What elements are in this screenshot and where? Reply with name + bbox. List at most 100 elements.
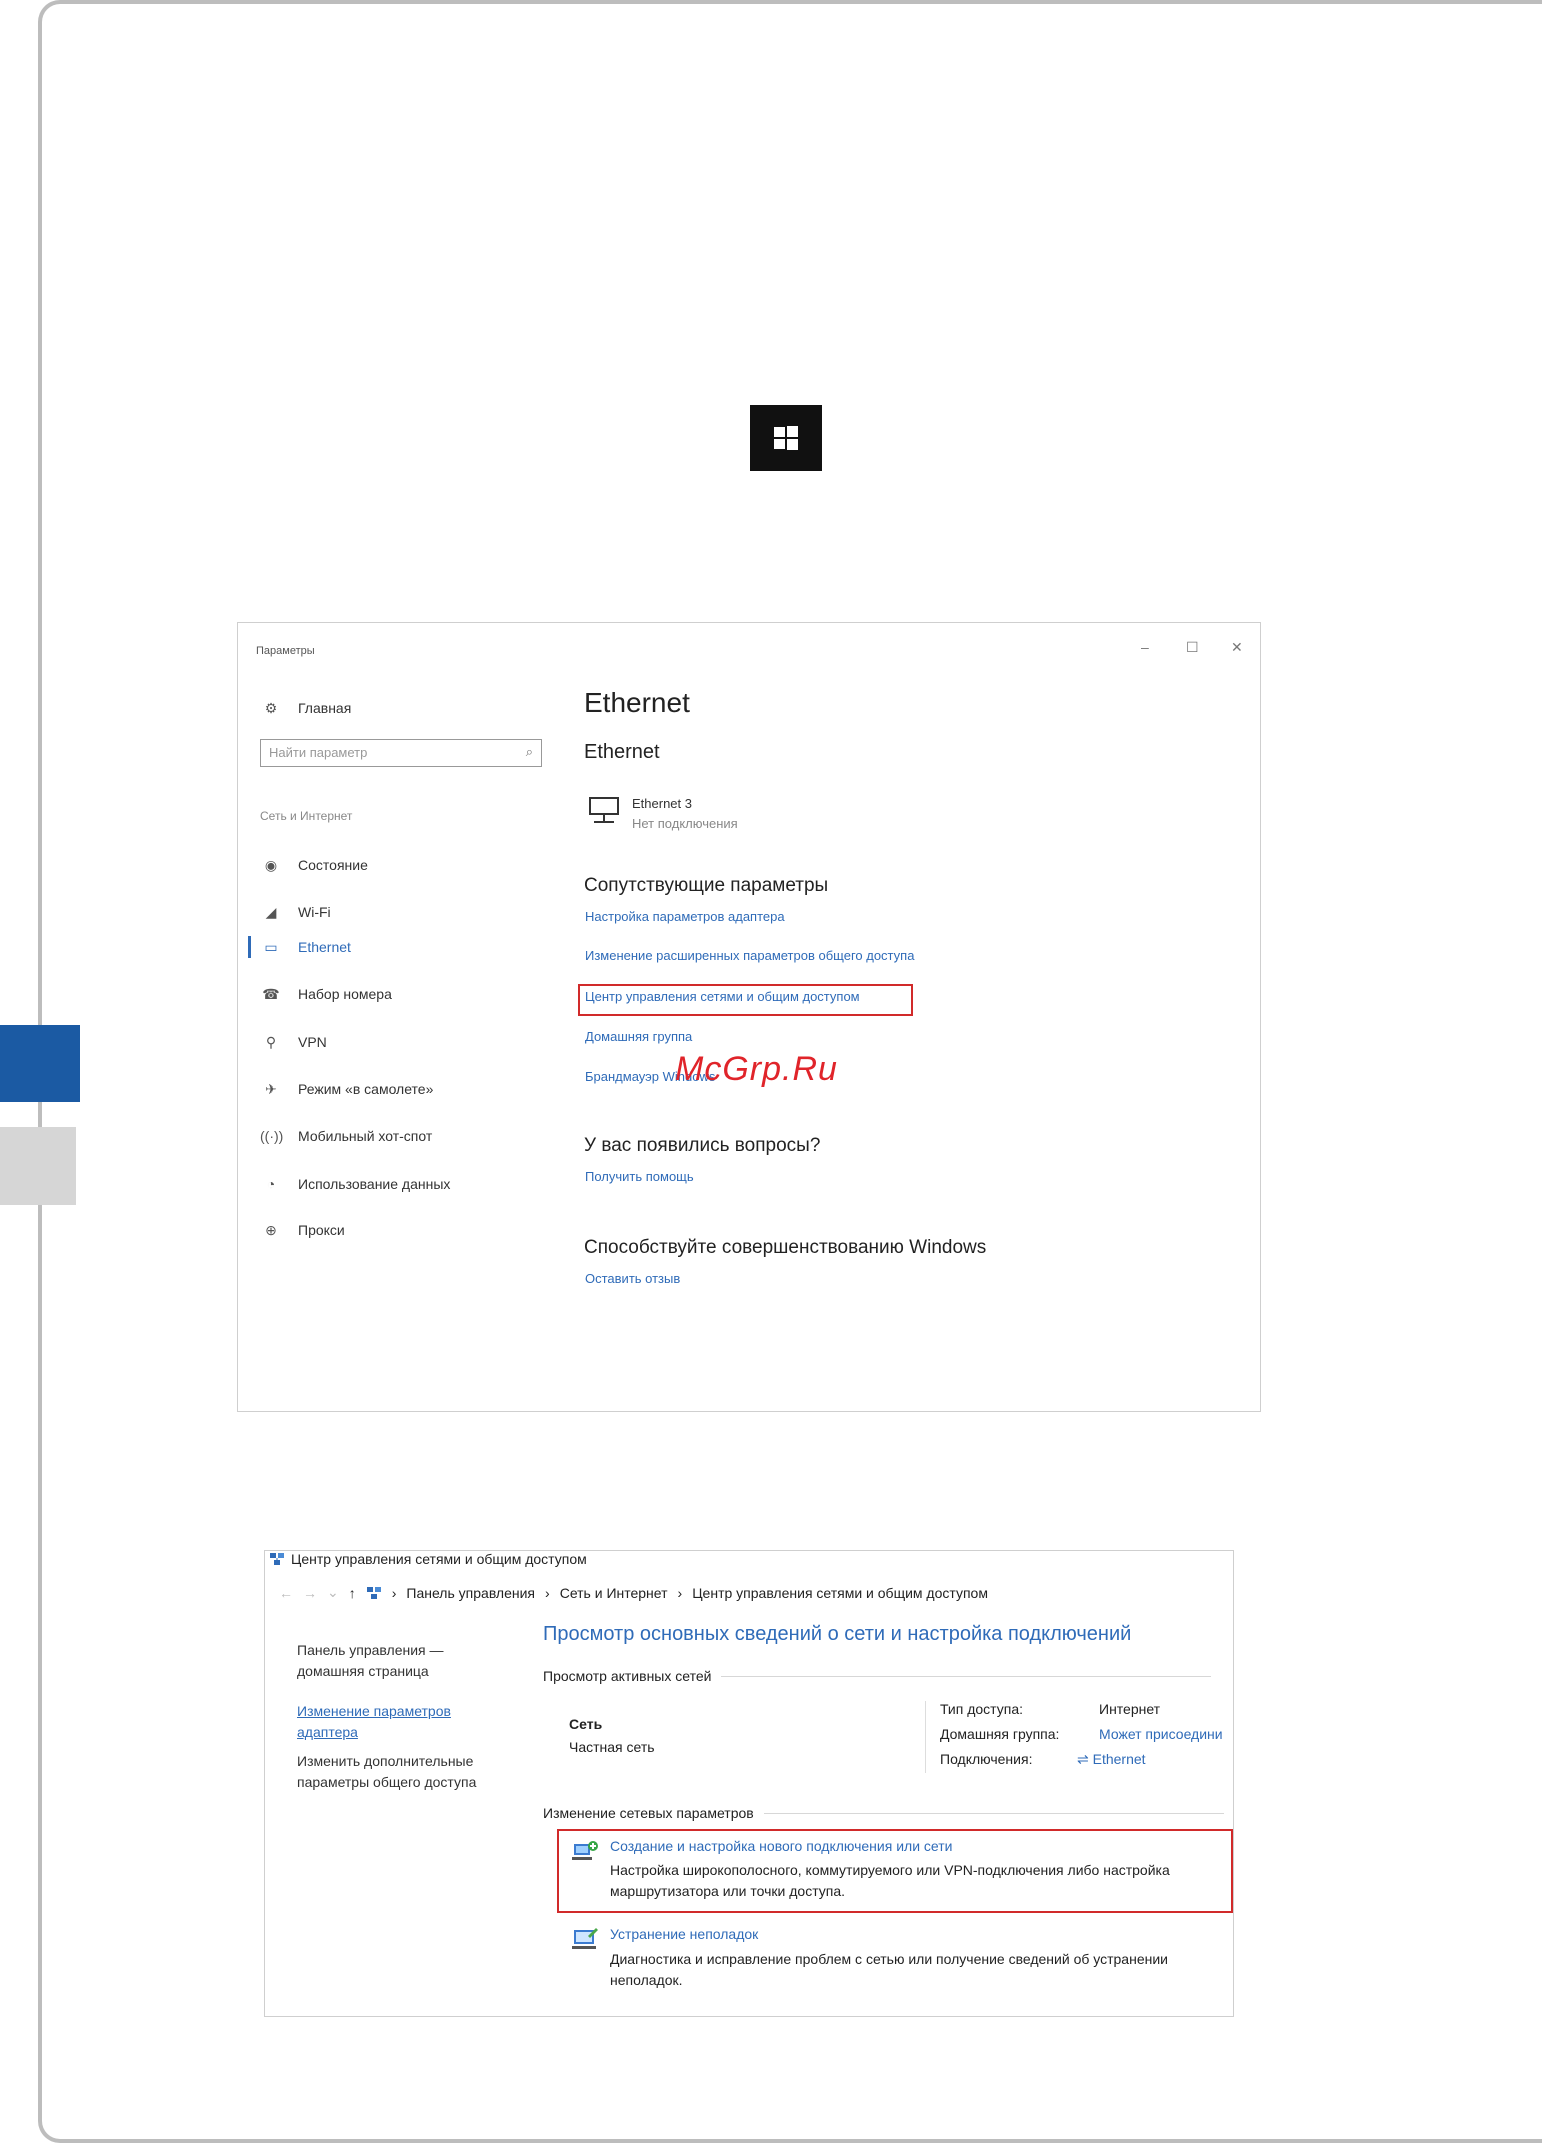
- advanced-sharing-link[interactable]: Изменить дополнительные параметры общего…: [297, 1751, 476, 1793]
- network-type[interactable]: Частная сеть: [569, 1739, 655, 1755]
- search-input[interactable]: Найти параметр ⌕: [260, 739, 542, 767]
- nav-home[interactable]: ⚙ Главная: [260, 697, 352, 719]
- change-adapter-link[interactable]: Изменение параметров адаптера: [297, 1701, 451, 1743]
- ethernet-icon: ▭: [264, 938, 278, 955]
- search-icon: ⌕: [525, 744, 533, 759]
- homegroup-link[interactable]: Домашняя группа: [585, 1029, 692, 1044]
- breadcrumb-item[interactable]: Центр управления сетями и общим доступом: [692, 1585, 988, 1601]
- breadcrumb-item[interactable]: Сеть и Интернет: [560, 1585, 668, 1601]
- settings-window: Параметры – ☐ ✕ ⚙ Главная Найти параметр…: [237, 622, 1261, 1412]
- chapter-tab-active: [0, 1025, 80, 1102]
- access-type-value: Интернет: [1099, 1701, 1161, 1717]
- nav-item-wifi[interactable]: ◢ Wi-Fi: [260, 901, 331, 923]
- search-placeholder: Найти параметр: [269, 745, 368, 760]
- nav-item-label: Режим «в самолете»: [298, 1081, 434, 1097]
- sharing-options-link[interactable]: Изменение расширенных параметров общего …: [585, 948, 914, 963]
- hotspot-icon: ((·)): [260, 1128, 284, 1144]
- network-icon: [366, 1586, 381, 1599]
- nav-item-proxy[interactable]: ⊕ Прокси: [260, 1219, 345, 1241]
- nav-item-label: VPN: [298, 1034, 327, 1050]
- divider: [925, 1701, 926, 1773]
- wifi-icon: ◢: [265, 903, 277, 920]
- change-settings-header: Изменение сетевых параметров: [543, 1805, 1224, 1821]
- access-type-label: Тип доступа:: [940, 1701, 1024, 1717]
- connection-link[interactable]: ⇌ Ethernet: [1077, 1751, 1146, 1768]
- new-connection-link[interactable]: Создание и настройка нового подключения …: [610, 1838, 952, 1854]
- new-connection-description: Настройка широкополосного, коммутируемог…: [610, 1862, 1170, 1899]
- active-indicator: [248, 936, 251, 958]
- breadcrumb-item[interactable]: Панель управления: [406, 1585, 535, 1601]
- change-settings-label: Изменение сетевых параметров: [543, 1805, 754, 1821]
- window-title: Параметры: [256, 645, 315, 657]
- chevron-down-icon[interactable]: ⌄: [327, 1584, 339, 1601]
- chevron-right-icon: ›: [391, 1584, 397, 1601]
- nav-item-label: Ethernet: [298, 939, 351, 955]
- airplane-icon: ✈: [265, 1080, 277, 1097]
- page-title: Ethernet: [584, 687, 690, 718]
- close-button[interactable]: ✕: [1231, 639, 1243, 656]
- network-center-window: Центр управления сетями и общим доступом…: [264, 1550, 1234, 2017]
- divider: [721, 1675, 1212, 1677]
- connection-name: Ethernet: [1092, 1751, 1146, 1767]
- nav-item-vpn[interactable]: ⚲ VPN: [260, 1031, 327, 1053]
- main-title: Просмотр основных сведений о сети и наст…: [543, 1623, 1132, 1645]
- gear-icon: ⚙: [264, 699, 278, 716]
- nav-item-label: Мобильный хот-спот: [298, 1128, 433, 1144]
- troubleshoot-description: Диагностика и исправление проблем с сеть…: [610, 1951, 1168, 1988]
- up-icon[interactable]: ↑: [349, 1585, 356, 1601]
- section-title: Ethernet: [584, 741, 660, 763]
- feedback-link[interactable]: Оставить отзыв: [585, 1271, 680, 1286]
- nav-group-label: Сеть и Интернет: [260, 809, 353, 823]
- maximize-button[interactable]: ☐: [1186, 639, 1199, 656]
- breadcrumb: ← → ⌄ ↑ › Панель управления › Сеть и Инт…: [279, 1584, 988, 1601]
- improve-title: Способствуйте совершенствованию Windows: [584, 1237, 987, 1258]
- new-connection-icon: [572, 1841, 598, 1860]
- nav-item-hotspot[interactable]: ((·)) Мобильный хот-спот: [260, 1125, 432, 1147]
- network-center-link[interactable]: Центр управления сетями и общим доступом: [585, 989, 860, 1004]
- cp-home-link[interactable]: Панель управления — домашняя страница: [297, 1640, 444, 1682]
- adapter-status: Нет подключения: [632, 816, 738, 831]
- cp-home-line1: Панель управления —: [297, 1642, 444, 1658]
- nav-item-label: Wi-Fi: [298, 904, 331, 920]
- nav-item-airplane[interactable]: ✈ Режим «в самолете»: [260, 1078, 433, 1100]
- active-networks-header: Просмотр активных сетей: [543, 1668, 1212, 1684]
- windows-key-icon: [750, 405, 822, 471]
- advanced-sharing-line1: Изменить дополнительные: [297, 1753, 474, 1769]
- forward-icon[interactable]: →: [303, 1585, 317, 1601]
- chevron-right-icon: ›: [545, 1584, 550, 1601]
- adapter-settings-link[interactable]: Настройка параметров адаптера: [585, 909, 785, 924]
- homegroup-value[interactable]: Может присоедини: [1099, 1726, 1223, 1742]
- nav-item-label: Использование данных: [298, 1176, 451, 1192]
- nav-item-status[interactable]: ◉ Состояние: [260, 854, 368, 876]
- nav-item-data-usage[interactable]: ◔ Использование данных: [260, 1173, 451, 1195]
- nav-item-label: Набор номера: [298, 986, 392, 1002]
- dialup-icon: ☎: [262, 985, 280, 1002]
- window-title-bar: Центр управления сетями и общим доступом: [269, 1551, 587, 1567]
- nav-item-label: Состояние: [298, 857, 368, 873]
- status-icon: ◉: [264, 856, 278, 873]
- troubleshoot-link[interactable]: Устранение неполадок: [610, 1926, 758, 1942]
- change-adapter-line1: Изменение параметров: [297, 1703, 451, 1719]
- active-networks-label: Просмотр активных сетей: [543, 1668, 712, 1684]
- related-settings-title: Сопутствующие параметры: [584, 875, 829, 896]
- advanced-sharing-line2: параметры общего доступа: [297, 1774, 477, 1790]
- nav-item-ethernet[interactable]: ▭ Ethernet: [260, 936, 351, 958]
- questions-title: У вас появились вопросы?: [584, 1135, 821, 1156]
- troubleshoot-icon: [572, 1928, 598, 1949]
- data-usage-icon: ◔: [266, 1176, 276, 1192]
- chapter-tab: [0, 1127, 76, 1205]
- ethernet-icon: ⇌: [1077, 1751, 1093, 1767]
- cp-home-line2: домашняя страница: [297, 1663, 429, 1679]
- minimize-button[interactable]: –: [1141, 639, 1149, 655]
- proxy-icon: ⊕: [265, 1221, 277, 1238]
- homegroup-label: Домашняя группа:: [940, 1726, 1060, 1742]
- nav-item-label: Прокси: [298, 1222, 345, 1238]
- window-title: Центр управления сетями и общим доступом: [291, 1551, 587, 1567]
- adapter-name[interactable]: Ethernet 3: [632, 796, 692, 811]
- connections-label: Подключения:: [940, 1751, 1033, 1767]
- back-icon[interactable]: ←: [279, 1585, 293, 1601]
- network-center-icon: [270, 1553, 284, 1565]
- nav-item-dialup[interactable]: ☎ Набор номера: [260, 983, 392, 1005]
- get-help-link[interactable]: Получить помощь: [585, 1169, 694, 1184]
- ethernet-adapter-icon[interactable]: [588, 796, 622, 826]
